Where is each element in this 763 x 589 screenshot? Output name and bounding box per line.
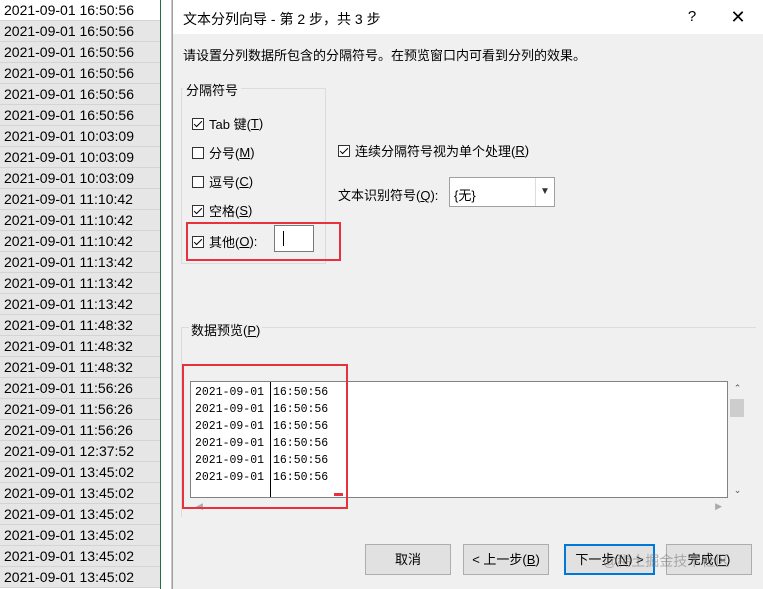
text-qualifier-select[interactable]: {无} ▼ — [449, 177, 555, 207]
text-qualifier-label: 文本识别符号(Q): — [338, 188, 439, 203]
sheet-cell[interactable]: 2021-09-01 11:48:32 — [0, 315, 160, 336]
chevron-down-icon[interactable]: ▼ — [535, 178, 554, 206]
sheet-cell[interactable]: 2021-09-01 13:45:02 — [0, 462, 160, 483]
checkbox-checked-icon — [338, 144, 350, 157]
sheet-cell[interactable]: 2021-09-01 11:56:26 — [0, 378, 160, 399]
text-to-columns-dialog: 文本分列向导 - 第 2 步，共 3 步 ? ✕ 请设置分列数据所包含的分隔符号… — [172, 0, 763, 589]
cancel-button[interactable]: 取消 — [365, 544, 451, 575]
sheet-cell[interactable]: 2021-09-01 11:56:26 — [0, 420, 160, 441]
preview-vertical-scrollbar[interactable]: ⌃ ⌄ — [728, 381, 747, 498]
sheet-cell[interactable]: 2021-09-01 13:45:02 — [0, 525, 160, 546]
spreadsheet-column: 2021-09-01 16:50:56 2021-09-01 16:50:56 20… — [0, 0, 172, 589]
help-button[interactable]: ? — [681, 6, 703, 28]
sheet-cell[interactable]: 2021-09-01 11:10:42 — [0, 231, 160, 252]
semicolon-checkbox[interactable]: 分号(M) — [192, 143, 255, 162]
sheet-cell[interactable]: 2021-09-01 16:50:56 — [0, 21, 160, 42]
next-button[interactable]: 下一步(N) > — [564, 544, 655, 575]
sheet-cell[interactable]: 2021-09-01 13:45:02 — [0, 546, 160, 567]
delimiters-legend: 分隔符号 — [183, 80, 242, 99]
dialog-title: 文本分列向导 - 第 2 步，共 3 步 — [183, 11, 381, 27]
qualifier-value: {无} — [454, 188, 476, 203]
chevron-right-icon[interactable]: ▶ — [715, 501, 722, 512]
chevron-down-icon[interactable]: ⌄ — [728, 485, 747, 496]
sheet-cell[interactable]: 2021-09-01 11:48:32 — [0, 357, 160, 378]
close-icon: ✕ — [730, 7, 746, 27]
sheet-cell[interactable]: 2021-09-01 13:45:02 — [0, 567, 160, 588]
checkbox-icon — [192, 175, 204, 188]
checkbox-checked-icon — [192, 117, 204, 130]
sheet-cell[interactable]: 2021-09-01 13:45:02 — [0, 483, 160, 504]
sheet-cell[interactable]: 2021-09-01 16:50:56 — [0, 105, 160, 126]
sheet-cell[interactable]: 2021-09-01 11:10:42 — [0, 189, 160, 210]
sheet-cell[interactable]: 2021-09-01 10:03:09 — [0, 147, 160, 168]
sheet-cell[interactable]: 2021-09-01 10:03:09 — [0, 168, 160, 189]
sheet-cell[interactable]: 2021-09-01 11:13:42 — [0, 294, 160, 315]
instruction-text: 请设置分列数据所包含的分隔符号。在预览窗口内可看到分列的效果。 — [183, 48, 587, 63]
sheet-cell[interactable]: 2021-09-01 11:48:32 — [0, 336, 160, 357]
finish-button[interactable]: 完成(F) — [666, 544, 752, 575]
tab-checkbox[interactable]: Tab 键(T) — [192, 114, 263, 133]
sheet-cell[interactable]: 2021-09-01 16:50:56 — [0, 42, 160, 63]
checkbox-icon — [192, 146, 204, 159]
sheet-cell[interactable]: 2021-09-01 11:13:42 — [0, 252, 160, 273]
sheet-cell[interactable]: 2021-09-01 12:37:52 — [0, 441, 160, 462]
sheet-cell[interactable]: 2021-09-01 16:50:56 — [0, 0, 160, 21]
scrollbar-thumb[interactable] — [730, 399, 744, 417]
column-border — [160, 0, 161, 589]
sheet-cell[interactable]: 2021-09-01 11:13:42 — [0, 273, 160, 294]
comma-checkbox[interactable]: 逗号(C) — [192, 172, 253, 191]
sheet-cell[interactable]: 2021-09-01 11:10:42 — [0, 210, 160, 231]
sheet-cell[interactable]: 2021-09-01 11:56:26 — [0, 399, 160, 420]
chevron-up-icon[interactable]: ⌃ — [728, 383, 747, 394]
title-bar: 文本分列向导 - 第 2 步，共 3 步 ? ✕ — [173, 0, 763, 34]
highlight-box-other — [186, 222, 341, 261]
sheet-cell[interactable]: 2021-09-01 13:45:02 — [0, 504, 160, 525]
consecutive-delimiters-checkbox[interactable]: 连续分隔符号视为单个处理(R) — [338, 141, 529, 160]
sheet-cell[interactable]: 2021-09-01 10:03:09 — [0, 126, 160, 147]
checkbox-checked-icon — [192, 204, 204, 217]
sheet-cell[interactable]: 2021-09-01 16:50:56 — [0, 63, 160, 84]
preview-legend: 数据预览(P) — [189, 320, 263, 339]
back-button[interactable]: < 上一步(B) — [463, 544, 549, 575]
space-checkbox[interactable]: 空格(S) — [192, 201, 252, 220]
sheet-cell[interactable]: 2021-09-01 16:50:56 — [0, 84, 160, 105]
close-button[interactable]: ✕ — [726, 5, 750, 29]
highlight-box-preview — [182, 364, 348, 509]
